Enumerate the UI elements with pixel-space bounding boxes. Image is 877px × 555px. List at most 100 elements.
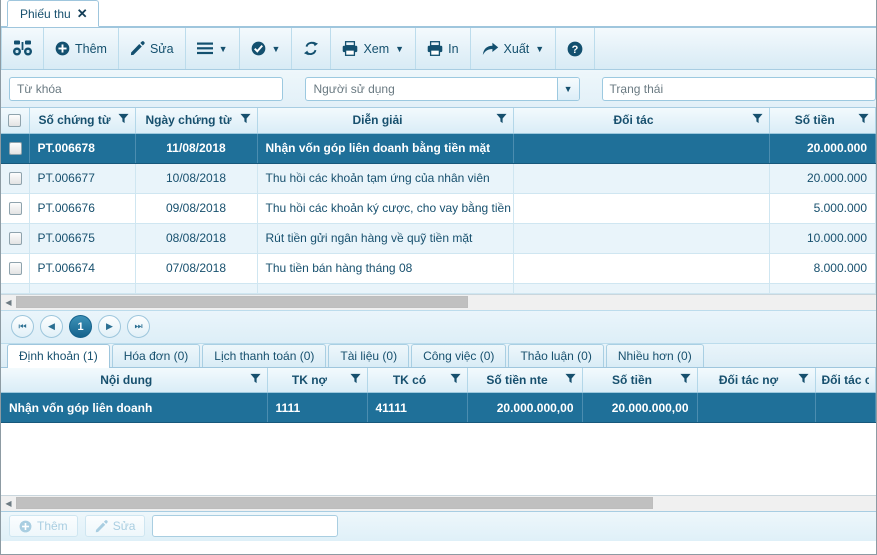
check-circle-icon (251, 41, 266, 56)
cell-dien-giai: Nhận vốn góp liên doanh bằng tiền mặt (257, 133, 514, 164)
print-button[interactable]: In (416, 28, 471, 69)
filter-icon[interactable] (858, 113, 869, 127)
column-label: Đối tác (613, 113, 654, 128)
row-checkbox[interactable] (9, 262, 22, 276)
filter-icon[interactable] (797, 373, 809, 387)
detail-grid-header-row: Nội dung TK nợ TK có Số tiền nte Số tiền… (1, 367, 876, 393)
filter-icon[interactable] (751, 113, 763, 127)
row-checkbox-cell[interactable] (1, 163, 30, 194)
view-button[interactable]: Xem ▼ (331, 28, 417, 69)
select-all-checkbox[interactable] (8, 114, 22, 128)
detail-add-label: Thêm (37, 519, 68, 533)
row-checkbox[interactable] (9, 142, 22, 156)
filter-icon[interactable] (239, 113, 251, 127)
status-placeholder: Trạng thái (609, 81, 664, 96)
document-tab-phieu-thu[interactable]: Phiếu thu ✕ (7, 0, 99, 27)
detail-add-button[interactable]: Thêm (9, 515, 78, 537)
row-checkbox-cell[interactable] (1, 133, 30, 164)
column-header-so-tien-nte[interactable]: Số tiền nte (467, 367, 583, 393)
detail-search-input[interactable] (152, 515, 339, 537)
filter-icon[interactable] (679, 373, 691, 387)
tab-tai-lieu[interactable]: Tài liệu (0) (328, 343, 410, 367)
tab-thao-luan[interactable]: Thảo luận (0) (508, 343, 604, 367)
row-checkbox-cell[interactable] (1, 283, 30, 294)
chevron-down-icon[interactable]: ▼ (535, 44, 544, 54)
add-button[interactable]: Thêm (44, 28, 119, 69)
prev-page-icon[interactable]: ◀ (40, 315, 63, 338)
tab-nhieu-hon[interactable]: Nhiều hơn (0) (605, 343, 704, 367)
filter-icon[interactable] (564, 373, 576, 387)
hscroll-track[interactable] (16, 295, 876, 309)
help-button[interactable]: ? (556, 28, 596, 69)
table-row[interactable]: PT.006677 10/08/2018 Thu hồi các khoản t… (1, 163, 876, 194)
detail-grid-hscrollbar[interactable]: ◀ (1, 494, 876, 511)
detail-edit-button[interactable]: Sửa (84, 515, 146, 537)
table-row[interactable]: PT.006676 09/08/2018 Thu hồi các khoản k… (1, 193, 876, 224)
table-row[interactable]: PT.006678 11/08/2018 Nhận vốn góp liên d… (1, 133, 876, 164)
chevron-down-icon[interactable]: ▼ (395, 44, 404, 54)
cell-ngay-chung-tu: 10/08/2018 (135, 163, 258, 194)
filter-icon[interactable] (449, 373, 461, 387)
tab-cong-viec[interactable]: Công việc (0) (411, 343, 507, 367)
next-page-icon[interactable]: ▶ (98, 315, 121, 338)
chevron-down-icon[interactable]: ▼ (272, 44, 281, 54)
cell-doi-tac (513, 223, 770, 254)
column-header-tk-no[interactable]: TK nợ (267, 367, 368, 393)
refresh-button[interactable] (292, 28, 332, 69)
column-header-ngay-chung-tu[interactable]: Ngày chứng từ (135, 108, 258, 134)
menu-button[interactable]: ▼ (186, 28, 240, 69)
chevron-down-icon[interactable]: ▼ (219, 44, 228, 54)
table-row[interactable] (1, 283, 876, 294)
cell-noi-dung: Nhận vốn góp liên doanh (1, 392, 268, 423)
select-all-header[interactable] (1, 108, 30, 134)
tab-lich-thanh-toan[interactable]: Lịch thanh toán (0) (202, 343, 327, 367)
scroll-left-icon[interactable]: ◀ (1, 295, 16, 310)
table-row[interactable]: Nhận vốn góp liên doanh 1111 41111 20.00… (1, 392, 876, 423)
filter-icon[interactable] (349, 373, 361, 387)
export-button[interactable]: Xuất ▼ (471, 28, 557, 69)
scroll-left-icon[interactable]: ◀ (1, 496, 16, 511)
row-checkbox-cell[interactable] (1, 253, 30, 284)
row-checkbox[interactable] (9, 232, 22, 246)
view-button-label: Xem (363, 41, 390, 56)
close-icon[interactable]: ✕ (77, 7, 88, 20)
column-header-doi-tac-no[interactable]: Đối tác nợ (697, 367, 816, 393)
column-header-noi-dung[interactable]: Nội dung (1, 367, 268, 393)
edit-button[interactable]: Sửa (119, 28, 186, 69)
cell-so-tien: 10.000.000 (769, 223, 876, 254)
hscroll-thumb[interactable] (16, 497, 653, 509)
tab-dinh-khoan[interactable]: Định khoản (1) (7, 343, 110, 368)
keyword-search-input[interactable]: Từ khóa (9, 76, 284, 101)
main-grid-hscrollbar[interactable]: ◀ (1, 293, 876, 310)
filter-icon[interactable] (117, 113, 129, 127)
question-circle-icon: ? (567, 41, 583, 57)
first-page-icon[interactable]: ⏮ (11, 315, 34, 338)
table-row[interactable]: PT.006675 08/08/2018 Rút tiền gửi ngân h… (1, 223, 876, 254)
page-number-button[interactable]: 1 (69, 315, 92, 338)
column-header-tk-co[interactable]: TK có (367, 367, 468, 393)
column-header-doi-tac-co[interactable]: Đối tác c (815, 367, 876, 393)
row-checkbox-cell[interactable] (1, 223, 30, 254)
approve-button[interactable]: ▼ (240, 28, 293, 69)
column-header-so-tien[interactable]: Số tiền (582, 367, 698, 393)
row-checkbox[interactable] (9, 172, 22, 186)
hscroll-track[interactable] (16, 496, 876, 510)
column-header-so-tien[interactable]: Số tiền (769, 108, 876, 134)
status-input[interactable]: Trạng thái (601, 76, 876, 101)
row-checkbox[interactable] (9, 202, 22, 216)
last-page-icon[interactable]: ⏭ (127, 315, 150, 338)
column-header-dien-giai[interactable]: Diễn giải (257, 108, 514, 134)
row-checkbox-cell[interactable] (1, 193, 30, 224)
chevron-down-icon[interactable]: ▼ (556, 77, 579, 100)
tab-hoa-don[interactable]: Hóa đơn (0) (111, 343, 201, 367)
filter-icon[interactable] (249, 373, 261, 387)
hscroll-thumb[interactable] (16, 296, 468, 308)
find-button[interactable] (1, 28, 44, 69)
column-header-doi-tac[interactable]: Đối tác (513, 108, 770, 134)
user-select[interactable]: Người sử dụng ▼ (305, 76, 580, 101)
detail-grid: Nội dung TK nợ TK có Số tiền nte Số tiền… (1, 367, 876, 495)
column-header-so-chung-tu[interactable]: Số chứng từ (29, 108, 136, 134)
column-label: Ngày chứng từ (145, 113, 232, 128)
table-row[interactable]: PT.006674 07/08/2018 Thu tiền bán hàng t… (1, 253, 876, 284)
filter-icon[interactable] (495, 113, 507, 127)
